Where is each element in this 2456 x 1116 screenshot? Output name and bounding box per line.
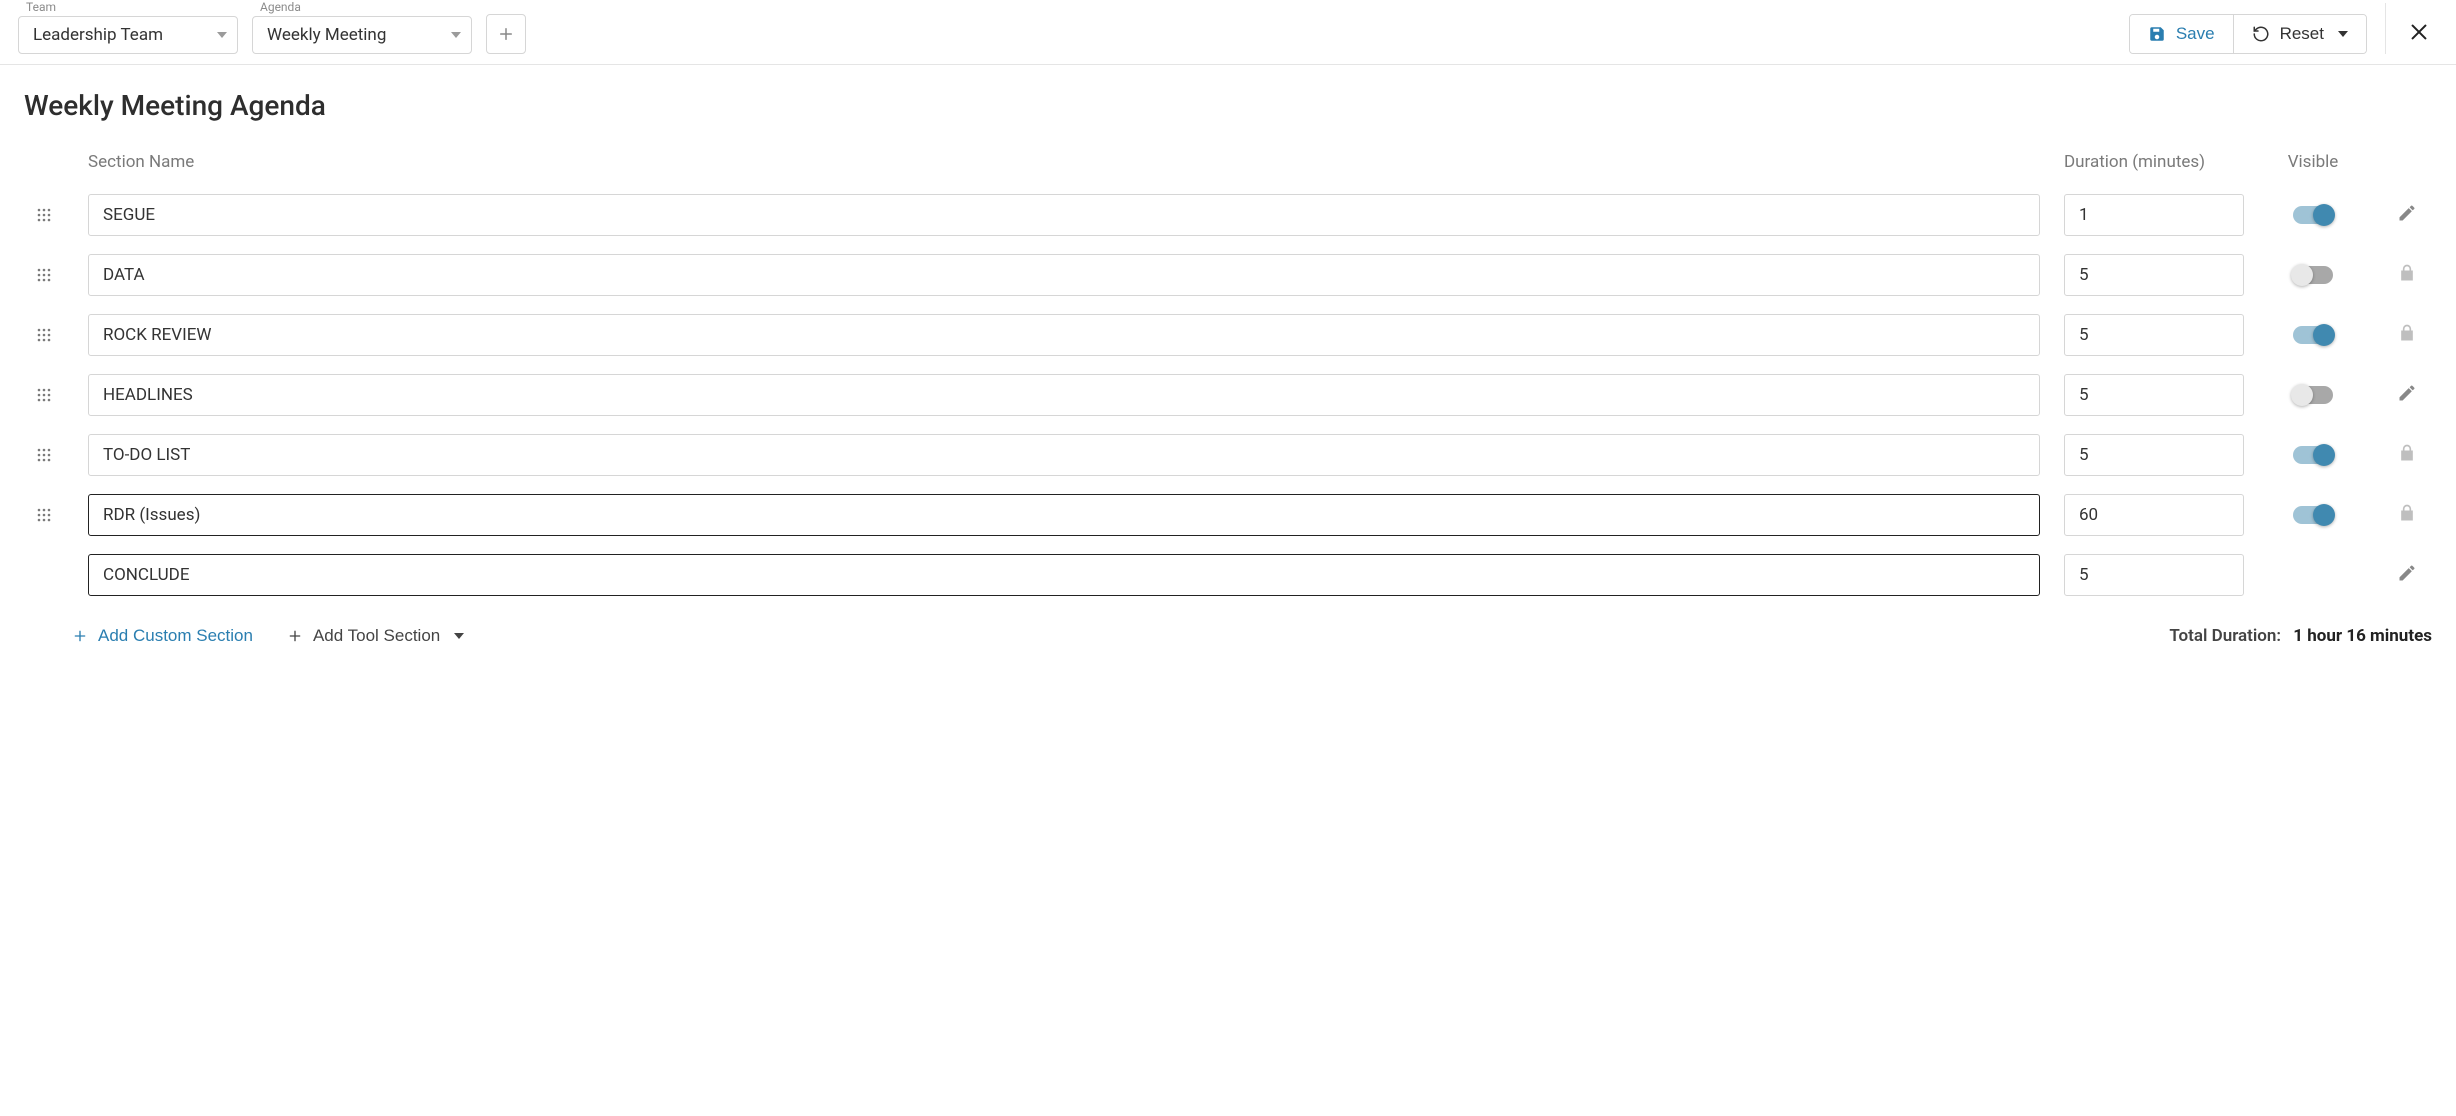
section-row <box>24 194 2432 236</box>
close-button[interactable] <box>2396 13 2442 54</box>
column-header-duration: Duration (minutes) <box>2064 152 2244 172</box>
agenda-label: Agenda <box>260 0 472 14</box>
section-name-input[interactable] <box>88 254 2040 296</box>
agenda-select-value: Weekly Meeting <box>267 25 386 45</box>
drag-handle-icon[interactable] <box>24 507 64 523</box>
section-row <box>24 434 2432 476</box>
section-name-input[interactable] <box>88 374 2040 416</box>
section-rows <box>24 194 2432 596</box>
visible-toggle[interactable] <box>2293 446 2333 464</box>
visible-toggle[interactable] <box>2293 326 2333 344</box>
section-row <box>24 254 2432 296</box>
edit-button[interactable] <box>2397 203 2417 227</box>
section-name-input[interactable] <box>88 494 2040 536</box>
chevron-down-icon <box>217 32 227 38</box>
duration-input[interactable] <box>2064 554 2244 596</box>
footer-row: Add Custom Section Add Tool Section Tota… <box>24 622 2432 650</box>
section-name-input[interactable] <box>88 554 2040 596</box>
page-title: Weekly Meeting Agenda <box>24 89 2432 122</box>
reset-icon <box>2252 25 2270 43</box>
pencil-icon <box>2397 383 2417 403</box>
column-header-visible: Visible <box>2268 152 2358 172</box>
team-label: Team <box>26 0 238 14</box>
save-reset-group: Save Reset <box>2129 14 2367 54</box>
topbar-left: Team Leadership Team Agenda Weekly Meeti… <box>0 0 526 54</box>
drag-handle-icon[interactable] <box>24 327 64 343</box>
plus-icon <box>287 628 303 644</box>
visible-toggle[interactable] <box>2293 206 2333 224</box>
section-row <box>24 374 2432 416</box>
column-header-section-name: Section Name <box>88 152 2040 172</box>
team-field: Team Leadership Team <box>18 0 238 54</box>
page: Weekly Meeting Agenda Section Name Durat… <box>0 65 2456 670</box>
duration-input[interactable] <box>2064 194 2244 236</box>
add-tool-section-button[interactable]: Add Tool Section <box>285 622 466 650</box>
add-tool-label: Add Tool Section <box>313 626 440 646</box>
team-select[interactable]: Leadership Team <box>18 16 238 54</box>
save-button[interactable]: Save <box>2130 15 2233 53</box>
chevron-down-icon <box>451 32 461 38</box>
duration-input[interactable] <box>2064 434 2244 476</box>
total-duration-label: Total Duration: <box>2169 626 2281 646</box>
lock-icon <box>2397 263 2417 287</box>
chevron-down-icon <box>454 633 464 639</box>
duration-input[interactable] <box>2064 314 2244 356</box>
drag-handle-icon[interactable] <box>24 387 64 403</box>
topbar-right: Save Reset <box>2129 13 2456 54</box>
section-row <box>24 554 2432 596</box>
divider <box>2385 3 2386 54</box>
duration-input[interactable] <box>2064 374 2244 416</box>
total-duration: Total Duration: 1 hour 16 minutes <box>2169 626 2432 646</box>
visible-toggle[interactable] <box>2293 506 2333 524</box>
add-agenda-button[interactable] <box>486 14 526 54</box>
duration-input[interactable] <box>2064 254 2244 296</box>
drag-handle-icon[interactable] <box>24 207 64 223</box>
visible-toggle[interactable] <box>2293 386 2333 404</box>
chevron-down-icon <box>2338 31 2348 37</box>
plus-icon <box>497 25 515 43</box>
section-row <box>24 314 2432 356</box>
visible-toggle[interactable] <box>2293 266 2333 284</box>
agenda-select[interactable]: Weekly Meeting <box>252 16 472 54</box>
add-custom-label: Add Custom Section <box>98 626 253 646</box>
agenda-field: Agenda Weekly Meeting <box>252 0 472 54</box>
reset-button-label: Reset <box>2280 24 2324 44</box>
section-name-input[interactable] <box>88 194 2040 236</box>
drag-handle-icon[interactable] <box>24 267 64 283</box>
lock-icon <box>2397 323 2417 347</box>
duration-input[interactable] <box>2064 494 2244 536</box>
reset-button[interactable]: Reset <box>2233 15 2366 53</box>
pencil-icon <box>2397 203 2417 223</box>
save-button-label: Save <box>2176 24 2215 44</box>
lock-icon <box>2397 503 2417 527</box>
save-icon <box>2148 25 2166 43</box>
edit-button[interactable] <box>2397 563 2417 587</box>
section-name-input[interactable] <box>88 434 2040 476</box>
close-icon <box>2408 21 2430 43</box>
section-row <box>24 494 2432 536</box>
drag-handle-icon[interactable] <box>24 447 64 463</box>
add-custom-section-button[interactable]: Add Custom Section <box>70 622 255 650</box>
plus-icon <box>72 628 88 644</box>
pencil-icon <box>2397 563 2417 583</box>
lock-icon <box>2397 443 2417 467</box>
edit-button[interactable] <box>2397 383 2417 407</box>
total-duration-value: 1 hour 16 minutes <box>2293 626 2432 646</box>
team-select-value: Leadership Team <box>33 25 163 45</box>
table-header-row: Section Name Duration (minutes) Visible <box>24 152 2432 172</box>
section-name-input[interactable] <box>88 314 2040 356</box>
top-bar: Team Leadership Team Agenda Weekly Meeti… <box>0 0 2456 65</box>
